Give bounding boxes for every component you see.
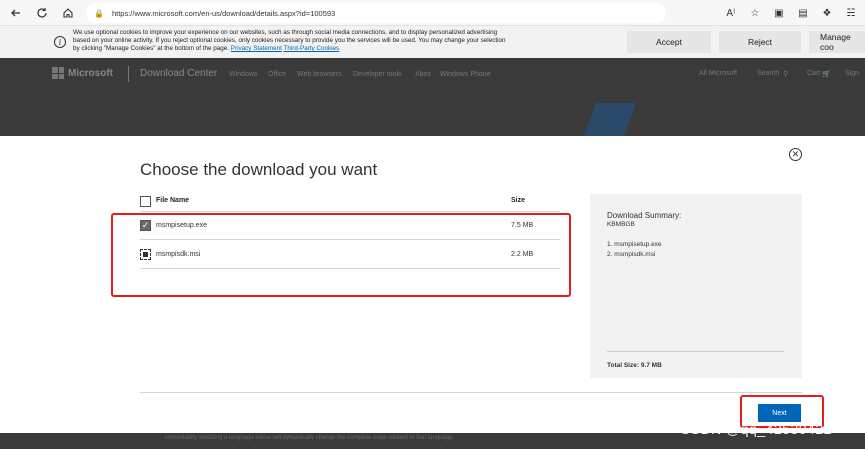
file-table-header: File Name Size bbox=[140, 196, 560, 212]
select-all-checkbox[interactable] bbox=[140, 196, 151, 207]
lock-icon: 🔒 bbox=[94, 8, 104, 18]
nav-windows-phone[interactable]: Windows Phone bbox=[440, 71, 491, 78]
file-name-header: File Name bbox=[156, 197, 190, 204]
highlight-annotation-files bbox=[111, 213, 571, 297]
summary-item: 1. msmpisetup.exe bbox=[607, 241, 662, 248]
privacy-statement-link[interactable]: Privacy Statement bbox=[231, 45, 282, 52]
cookie-banner: i We use optional cookies to improve you… bbox=[0, 26, 865, 58]
read-aloud-icon[interactable]: A⁽ bbox=[723, 5, 739, 21]
sign-in-link[interactable]: Sign bbox=[845, 70, 859, 77]
cart-icon[interactable]: 🛒 bbox=[822, 70, 831, 78]
summary-divider bbox=[607, 351, 784, 352]
close-icon[interactable]: ✕ bbox=[789, 148, 802, 161]
tab-actions-icon[interactable]: ▣ bbox=[771, 5, 787, 21]
reject-button[interactable]: Reject bbox=[719, 31, 801, 53]
back-icon[interactable] bbox=[6, 3, 26, 23]
third-party-cookies-link[interactable]: Third-Party Cookies bbox=[284, 45, 340, 52]
all-microsoft-menu[interactable]: All Microsoft bbox=[699, 70, 737, 77]
address-bar[interactable]: 🔒 https://www.microsoft.com/en-us/downlo… bbox=[86, 3, 666, 23]
summary-total: Total Size: 9.7 MB bbox=[607, 362, 662, 369]
nav-office[interactable]: Office bbox=[268, 71, 286, 78]
nav-windows[interactable]: Windows bbox=[229, 71, 257, 78]
summary-code: KBMBGB bbox=[607, 221, 635, 228]
info-icon: i bbox=[54, 36, 66, 48]
home-icon[interactable] bbox=[58, 3, 78, 23]
download-summary-panel: Download Summary: KBMBGB 1. msmpisetup.e… bbox=[590, 194, 802, 378]
nav-developer-tools[interactable]: Developer tools bbox=[353, 71, 402, 78]
csdn-watermark: CSDN @qq_42530422 bbox=[680, 421, 832, 437]
search-icon[interactable]: ⚲ bbox=[783, 70, 788, 78]
cart-link[interactable]: Cart bbox=[807, 70, 820, 77]
refresh-icon[interactable] bbox=[32, 3, 52, 23]
nav-web-browsers[interactable]: Web browsers bbox=[297, 71, 342, 78]
manage-cookies-button[interactable]: Manage coo bbox=[809, 31, 865, 53]
dialog-title: Choose the download you want bbox=[140, 160, 378, 179]
header-divider bbox=[128, 66, 129, 82]
microsoft-logo[interactable]: Microsoft bbox=[52, 67, 113, 79]
dialog-footer-divider bbox=[140, 392, 802, 393]
accept-button[interactable]: Accept bbox=[627, 31, 711, 53]
page-background: Microsoft Download Center Windows Office… bbox=[0, 58, 865, 136]
summary-item: 2. msmpisdk.msi bbox=[607, 251, 656, 258]
collections-icon[interactable]: ▤ bbox=[795, 5, 811, 21]
nav-xbox[interactable]: Xbox bbox=[415, 71, 431, 78]
settings-more-icon[interactable]: ☵ bbox=[843, 5, 859, 21]
summary-title: Download Summary: bbox=[607, 211, 682, 220]
browser-toolbar: 🔒 https://www.microsoft.com/en-us/downlo… bbox=[0, 0, 865, 26]
url-text: https://www.microsoft.com/en-us/download… bbox=[111, 8, 336, 18]
download-dialog: ✕ Choose the download you want File Name… bbox=[0, 136, 865, 433]
language-hint-text: immediately selecting a language below w… bbox=[165, 435, 455, 441]
favorite-star-icon[interactable]: ☆ bbox=[747, 5, 763, 21]
search-link[interactable]: Search bbox=[757, 70, 779, 77]
download-center-link[interactable]: Download Center bbox=[140, 68, 217, 79]
size-header: Size bbox=[511, 197, 526, 204]
header-divider-line bbox=[140, 211, 560, 212]
promo-image bbox=[583, 103, 637, 136]
extensions-icon[interactable]: ❖ bbox=[819, 5, 835, 21]
cookie-text: We use optional cookies to improve your … bbox=[73, 29, 506, 53]
microsoft-logo-icon bbox=[52, 67, 64, 79]
